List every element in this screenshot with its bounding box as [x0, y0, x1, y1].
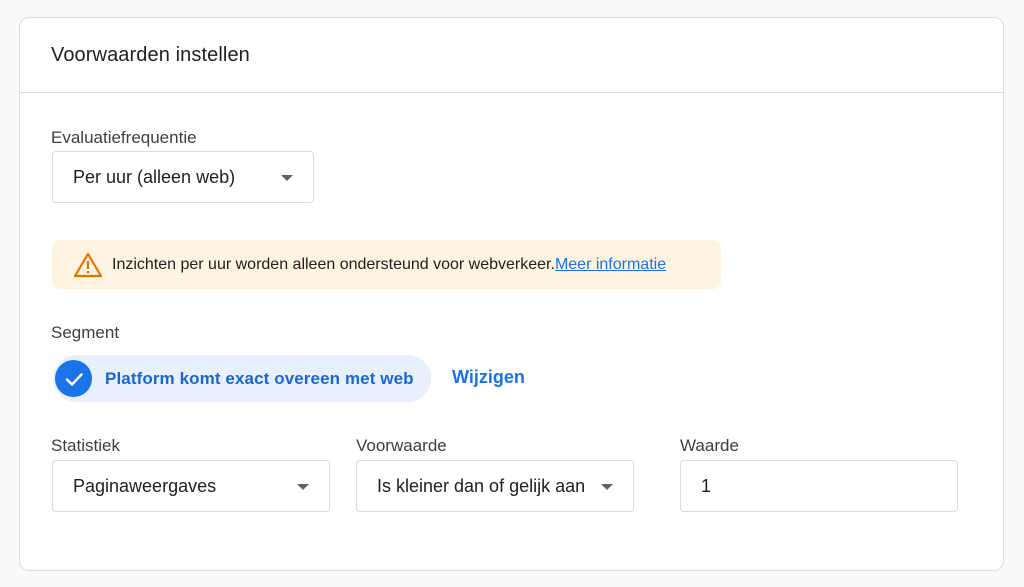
segment-chip[interactable]: Platform komt exact overeen met web	[53, 355, 431, 402]
hourly-insights-alert: Inzichten per uur worden alleen onderste…	[52, 240, 721, 289]
frequency-value: Per uur (alleen web)	[73, 166, 236, 187]
segment-label: Segment	[51, 323, 120, 342]
check-circle-icon	[55, 360, 92, 397]
condition-label: Voorwaarde	[356, 436, 447, 455]
frequency-select[interactable]: Per uur (alleen web)	[52, 151, 314, 203]
caret-down-icon	[297, 484, 309, 490]
card-title: Voorwaarden instellen	[51, 44, 250, 66]
frequency-label: Evaluatiefrequentie	[51, 128, 197, 147]
threshold-value: 1	[701, 475, 712, 496]
segment-chip-label: Platform komt exact overeen met web	[105, 368, 414, 388]
metric-select[interactable]: Paginaweergaves	[52, 460, 330, 512]
threshold-input[interactable]: 1	[680, 460, 958, 512]
metric-label: Statistiek	[51, 436, 120, 455]
change-segment-button[interactable]: Wijzigen	[452, 367, 525, 388]
warning-triangle-icon	[73, 252, 103, 278]
caret-down-icon	[601, 484, 613, 490]
alert-text: Inzichten per uur worden alleen onderste…	[112, 255, 555, 273]
threshold-label: Waarde	[680, 436, 739, 455]
condition-value: Is kleiner dan of gelijk aan	[377, 475, 586, 496]
conditions-card: Voorwaarden instellen Evaluatiefrequenti…	[19, 17, 1004, 571]
metric-value: Paginaweergaves	[73, 475, 217, 496]
more-info-link[interactable]: Meer informatie	[555, 256, 666, 274]
caret-down-icon	[281, 175, 293, 181]
condition-select[interactable]: Is kleiner dan of gelijk aan	[356, 460, 634, 512]
card-header: Voorwaarden instellen	[20, 18, 1003, 93]
